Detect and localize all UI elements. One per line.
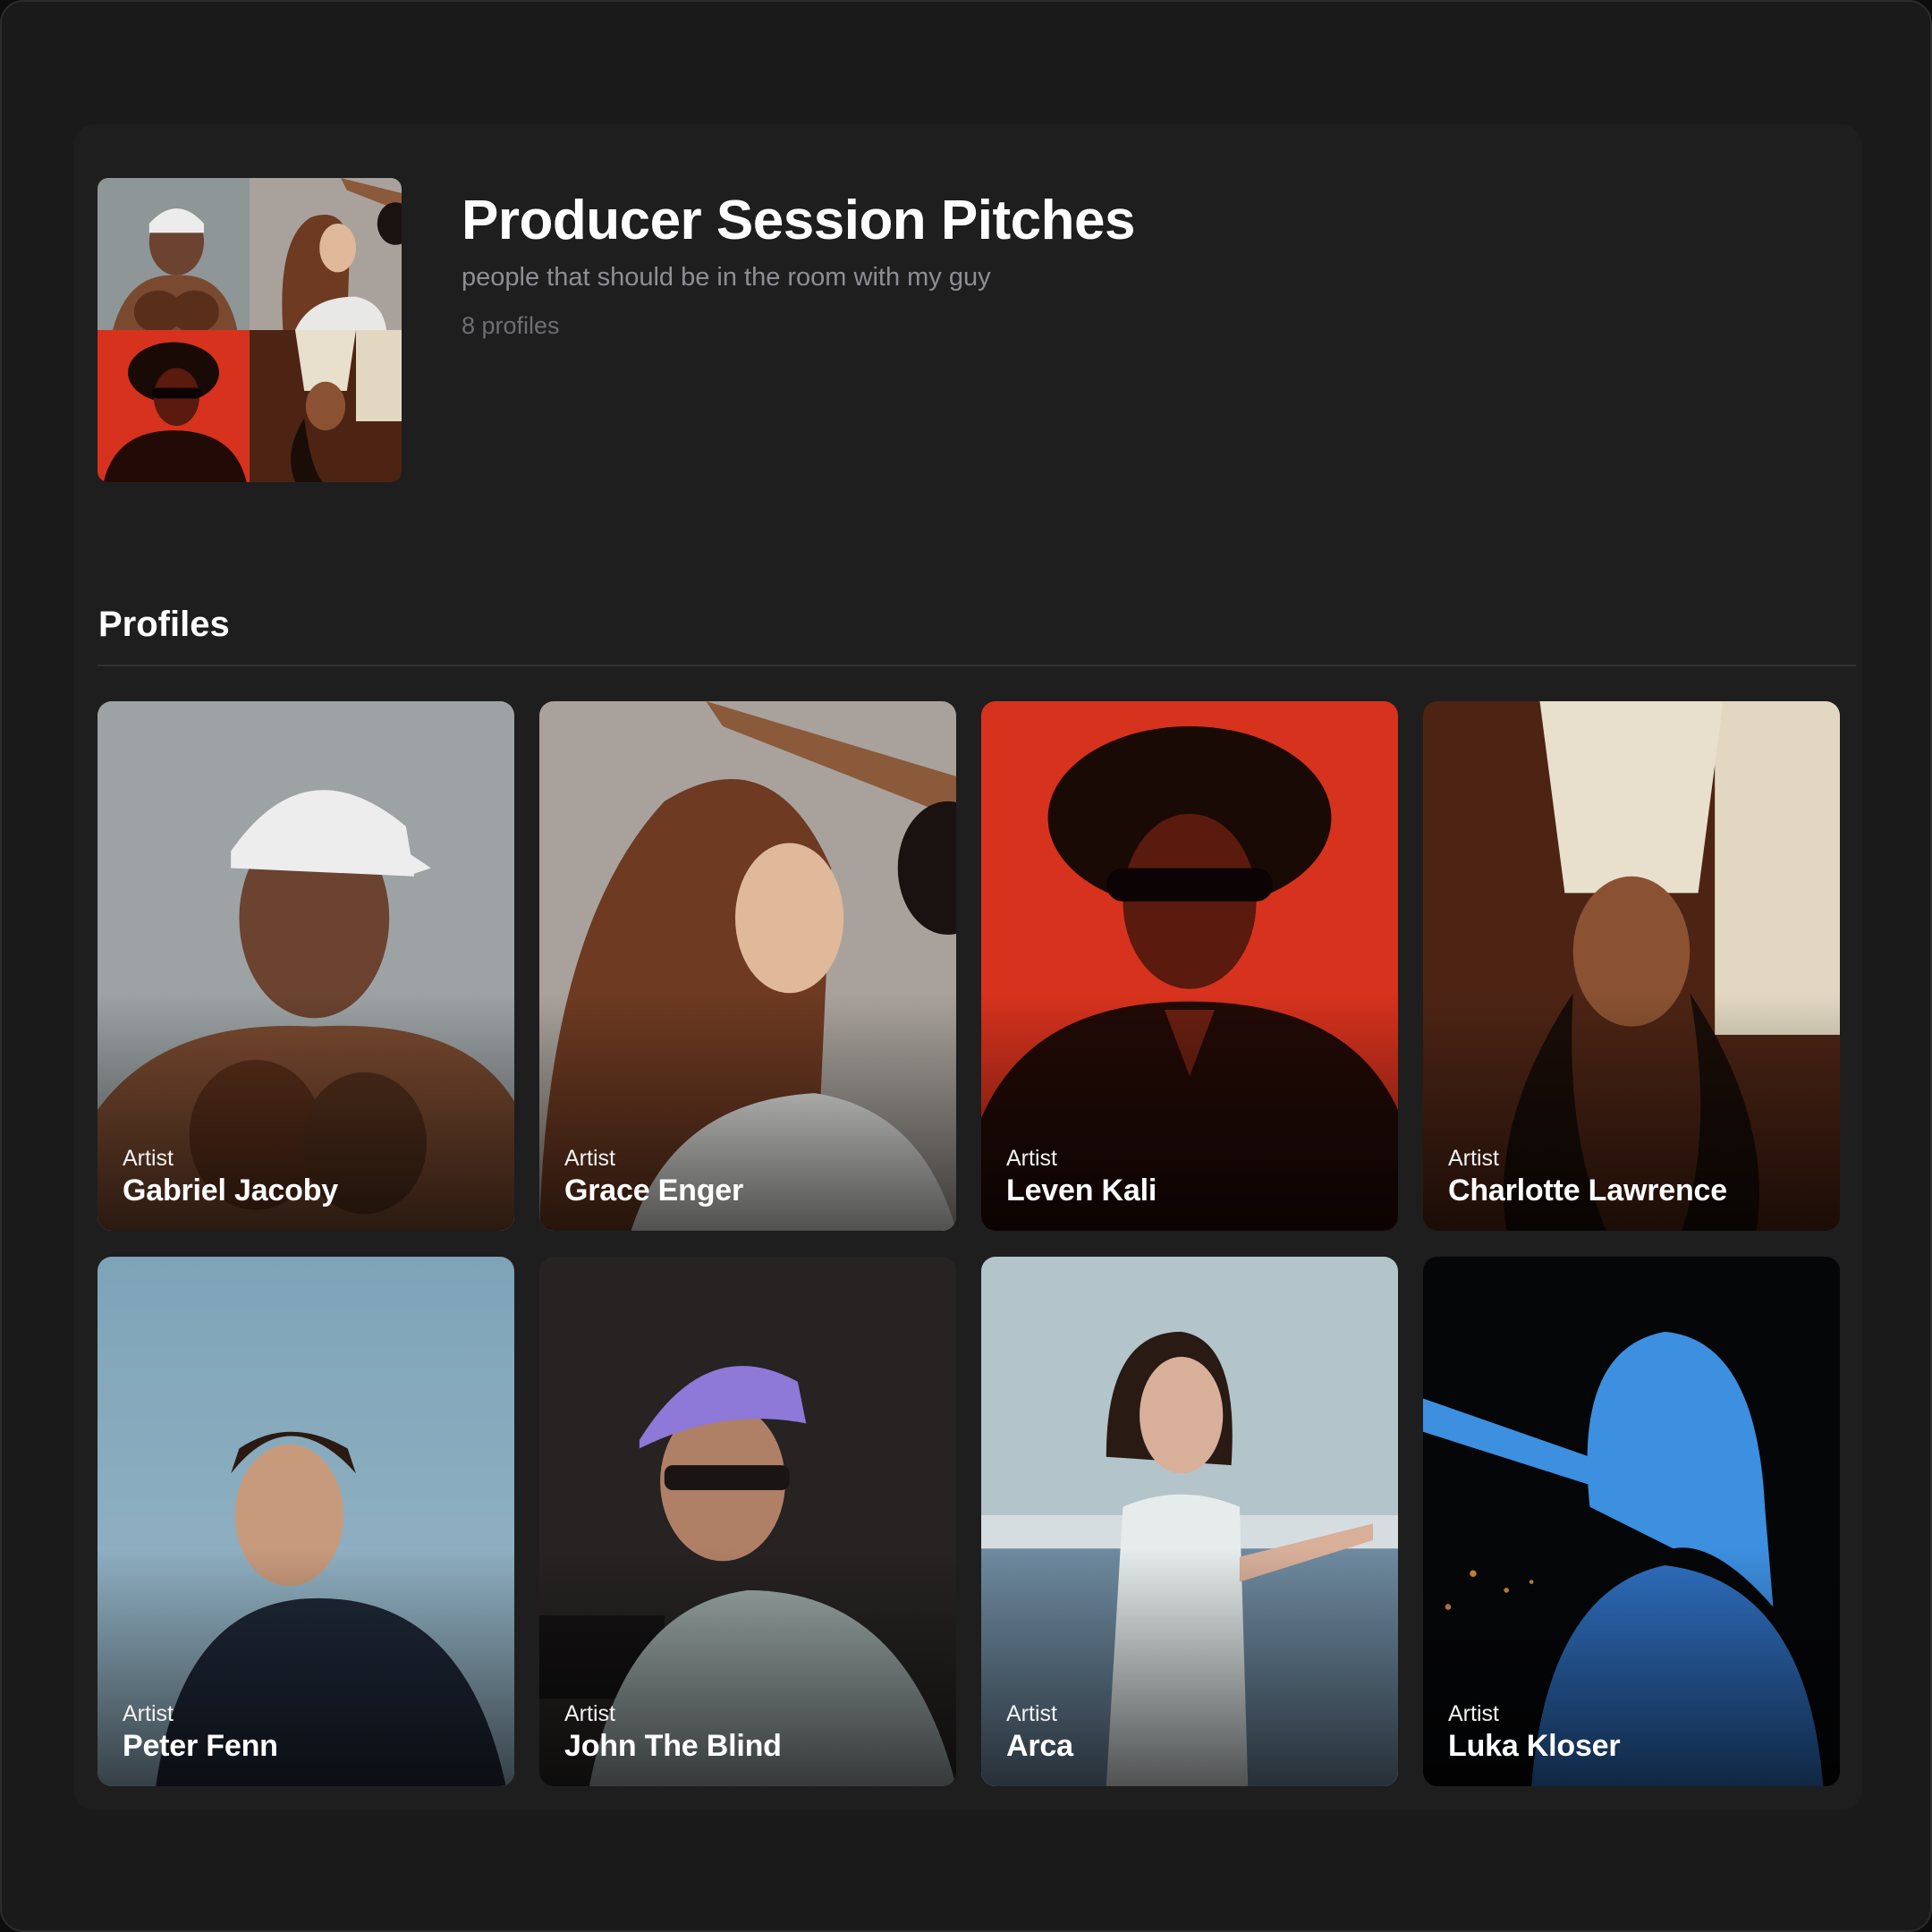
profile-card[interactable]: Artist Peter Fenn — [97, 1257, 514, 1786]
profile-card[interactable]: Artist John The Blind — [539, 1257, 956, 1786]
profile-name: Charlotte Lawrence — [1448, 1173, 1727, 1208]
card-caption: Artist Arca — [1006, 1700, 1073, 1766]
profile-name: Peter Fenn — [123, 1728, 278, 1763]
card-caption: Artist Grace Enger — [564, 1145, 743, 1210]
profile-name: Luka Kloser — [1448, 1728, 1621, 1763]
collection-cover-mosaic — [97, 178, 402, 482]
card-caption: Artist Leven Kali — [1006, 1145, 1157, 1210]
profile-type: Artist — [1448, 1145, 1499, 1171]
profile-card[interactable]: Artist Leven Kali — [981, 701, 1398, 1231]
cover-tile-3 — [97, 330, 250, 482]
profile-card[interactable]: Artist Luka Kloser — [1423, 1257, 1840, 1786]
profile-count: 8 profiles — [462, 312, 560, 340]
profile-card[interactable]: Artist Grace Enger — [539, 701, 956, 1231]
profile-type: Artist — [123, 1700, 174, 1726]
card-caption: Artist Gabriel Jacoby — [123, 1145, 338, 1210]
card-caption: Artist Luka Kloser — [1448, 1700, 1621, 1766]
profile-card[interactable]: Artist Charlotte Lawrence — [1423, 701, 1840, 1231]
profile-type: Artist — [1006, 1700, 1057, 1726]
profile-name: John The Blind — [564, 1728, 782, 1763]
card-caption: Artist John The Blind — [564, 1700, 782, 1766]
profile-card[interactable]: Artist Arca — [981, 1257, 1398, 1786]
collection-panel: Producer Session Pitches people that sho… — [73, 124, 1862, 1810]
section-title: Profiles — [98, 605, 230, 644]
profile-name: Gabriel Jacoby — [123, 1173, 338, 1208]
cover-tile-2 — [250, 178, 402, 330]
app-window: Producer Session Pitches people that sho… — [0, 0, 1932, 1932]
profile-type: Artist — [564, 1700, 615, 1726]
collection-description: people that should be in the room with m… — [462, 263, 991, 292]
card-caption: Artist Charlotte Lawrence — [1448, 1145, 1727, 1210]
card-caption: Artist Peter Fenn — [123, 1700, 278, 1766]
profile-type: Artist — [1006, 1145, 1057, 1171]
profile-name: Arca — [1006, 1728, 1073, 1763]
profile-name: Grace Enger — [564, 1173, 744, 1208]
cover-tile-1 — [97, 178, 250, 330]
profile-name: Leven Kali — [1006, 1173, 1157, 1208]
collection-title: Producer Session Pitches — [462, 190, 1135, 251]
profile-type: Artist — [564, 1145, 615, 1171]
profile-card[interactable]: Artist Gabriel Jacoby — [97, 701, 514, 1231]
cover-tile-4 — [250, 330, 402, 482]
profile-type: Artist — [1448, 1700, 1499, 1726]
profile-type: Artist — [123, 1145, 174, 1171]
profiles-grid: Artist Gabriel Jacoby Artist Grace Enger… — [97, 701, 1842, 1786]
section-divider — [97, 665, 1856, 666]
collection-header: Producer Session Pitches people that sho… — [462, 189, 1135, 340]
